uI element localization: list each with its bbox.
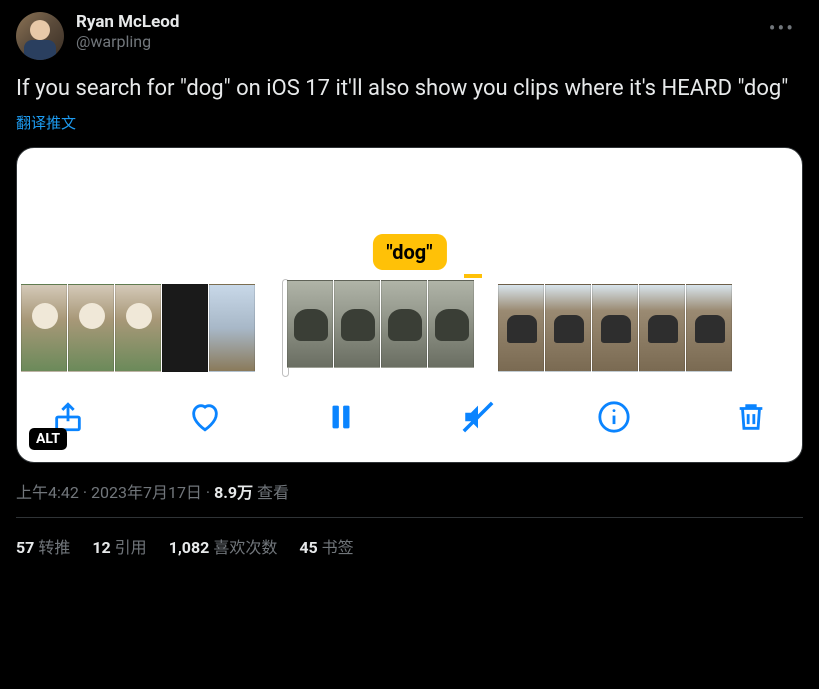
- clip-thumb: [209, 284, 255, 372]
- tweet-text: If you search for "dog" on iOS 17 it'll …: [16, 74, 803, 104]
- media-top-area: "dog": [17, 148, 802, 278]
- clip-thumb: [115, 284, 161, 372]
- clip-thumb: [334, 280, 380, 368]
- handle: @warpling: [76, 32, 749, 51]
- clip-thumb: [592, 284, 638, 372]
- clip-thumb: [545, 284, 591, 372]
- mute-icon[interactable]: [461, 400, 495, 434]
- clip-thumb: [68, 284, 114, 372]
- meta-date[interactable]: 2023年7月17日: [91, 483, 202, 502]
- clip-thumb: [498, 284, 544, 372]
- more-button[interactable]: •••: [761, 12, 803, 44]
- clip-group-1[interactable]: [21, 284, 255, 372]
- media-toolbar: [17, 378, 802, 462]
- tweet-stats: 57 转推 12 引用 1,082 喜欢次数 45 书签: [0, 518, 819, 558]
- clip-thumb: [428, 280, 474, 368]
- video-timeline[interactable]: [17, 278, 802, 378]
- meta-time[interactable]: 上午4:42: [16, 483, 79, 502]
- clip-thumb: [381, 280, 427, 368]
- media-card[interactable]: "dog": [16, 147, 803, 463]
- translate-link[interactable]: 翻译推文: [16, 112, 76, 133]
- trash-icon[interactable]: [734, 400, 768, 434]
- clip-group-2[interactable]: [279, 280, 474, 376]
- clip-group-3[interactable]: [498, 284, 732, 372]
- heart-icon[interactable]: [188, 400, 222, 434]
- author-names[interactable]: Ryan McLeod @warpling: [76, 12, 749, 51]
- views-label: 查看: [257, 483, 289, 502]
- clip-thumb: [21, 284, 67, 372]
- clip-thumb: [287, 280, 333, 368]
- clip-thumb: [686, 284, 732, 372]
- avatar[interactable]: [16, 12, 64, 60]
- clip-thumb: [162, 284, 208, 372]
- stat-likes[interactable]: 1,082 喜欢次数: [169, 534, 278, 558]
- tweet-container: Ryan McLeod @warpling ••• If you search …: [0, 0, 819, 518]
- pause-icon[interactable]: [324, 400, 358, 434]
- display-name: Ryan McLeod: [76, 12, 749, 32]
- stat-bookmarks[interactable]: 45 书签: [299, 534, 353, 558]
- alt-badge[interactable]: ALT: [29, 428, 67, 450]
- tweet-header: Ryan McLeod @warpling •••: [16, 12, 803, 60]
- clip-thumb: [639, 284, 685, 372]
- tweet-meta: 上午4:42 · 2023年7月17日 · 8.9万 查看: [16, 479, 803, 503]
- info-icon[interactable]: [597, 400, 631, 434]
- views-count: 8.9万: [214, 483, 253, 502]
- caption-marker: [464, 274, 482, 278]
- stat-retweets[interactable]: 57 转推: [16, 534, 70, 558]
- ellipsis-icon: •••: [769, 16, 795, 40]
- caption-pill: "dog": [372, 234, 446, 270]
- stat-quotes[interactable]: 12 引用: [92, 534, 146, 558]
